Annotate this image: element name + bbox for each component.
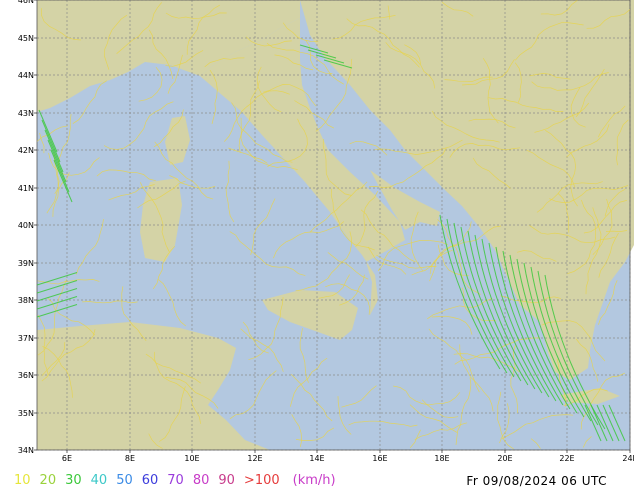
latitude-label: 45N [18,34,34,43]
legend-item: 50 [116,473,133,488]
longitude-label: 6E [62,454,72,463]
wind-streamline-map: 34N 35N 36N 37N 38N 39N 40N 41N 42N 43N 44N 45N 46N 6… [0,0,634,470]
longitude-label: 20E [497,454,512,463]
latitude-label: 37N [18,334,34,343]
legend-item: 10 [14,473,31,488]
latitude-label: 42N [18,146,34,155]
latitude-label: 44N [18,71,34,80]
latitude-label: 39N [18,259,34,268]
longitude-label: 8E [125,454,135,463]
latitude-label: 43N [18,109,34,118]
legend-item: 30 [65,473,82,488]
longitude-label: 12E [247,454,262,463]
latitude-label: 38N [18,296,34,305]
legend-item: 60 [141,473,159,488]
longitude-label: 24E [622,454,634,463]
latitude-label: 36N [18,371,34,380]
wind-speed-legend: 10 20 30 40 50 60 70 80 90 >100 (km/h) [14,473,345,489]
legend-unit: (km/h) [292,473,336,488]
longitude-label: 18E [434,454,449,463]
legend-item: 40 [90,473,108,488]
longitude-label: 14E [309,454,324,463]
latitude-label: 35N [18,409,34,418]
legend-item: 70 [167,473,184,488]
legend-item: 90 [218,473,235,488]
legend-item: 20 [39,473,57,488]
latitude-label: 46N [18,0,34,5]
latitude-label: 40N [18,221,34,230]
legend-item: >100 [243,473,280,488]
longitude-label: 22E [559,454,574,463]
latitude-label: 34N [18,446,34,455]
forecast-timestamp: Fr 09/08/2024 06 UTC [466,474,607,488]
latitude-label: 41N [18,184,34,193]
legend-item: 80 [192,473,210,488]
longitude-label: 16E [372,454,387,463]
longitude-label: 10E [184,454,199,463]
